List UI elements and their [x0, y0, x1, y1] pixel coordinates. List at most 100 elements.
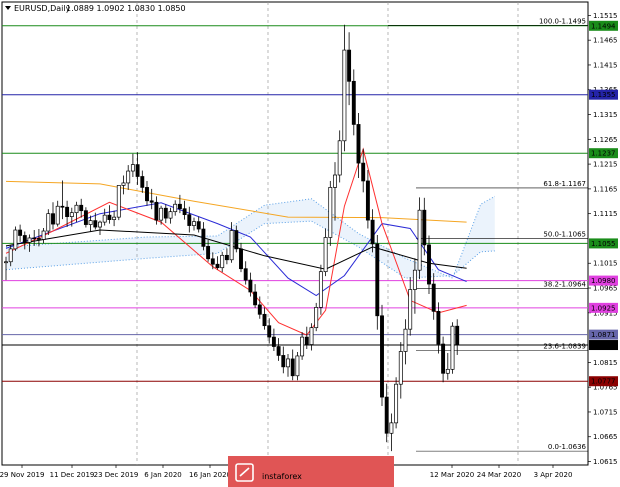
candle: [394, 377, 399, 429]
bear-candle-body: [267, 325, 272, 338]
bear-candle-body: [224, 254, 229, 261]
price-tag-label: 1.1237: [591, 150, 616, 158]
bear-candle-body: [351, 80, 356, 125]
y-tick-label: 1.0615: [593, 458, 618, 466]
y-tick-label: 1.1265: [593, 136, 618, 144]
bear-candle-body: [206, 246, 211, 260]
price-tags: 1.1494 1.1355 1.1237 1.1055 1.0980 1.0925 1.08…: [589, 20, 618, 387]
bear-candle-body: [257, 304, 262, 315]
bull-candle-body: [8, 248, 13, 263]
candle: [13, 226, 18, 251]
candle: [380, 304, 384, 407]
price-tag-label: 1.0925: [591, 304, 616, 312]
bear-candle-body: [210, 258, 215, 265]
bear-candle-body: [93, 220, 98, 228]
y-tick-label: 1.1115: [593, 210, 618, 218]
candle: [318, 264, 323, 315]
y-tick-label: 1.0715: [593, 408, 618, 416]
bull-candle-body: [337, 140, 342, 176]
bull-candle-body: [394, 383, 399, 424]
fib-label: 100.0-1.1495: [539, 17, 586, 25]
bull-candle-body: [309, 327, 314, 345]
bear-candle-body: [375, 243, 380, 317]
bear-candle-body: [455, 325, 460, 346]
bear-candle-body: [149, 200, 154, 203]
candle: [375, 234, 380, 330]
price-tag-label: 1.0871: [591, 331, 616, 339]
bear-candle-body: [18, 229, 23, 236]
bull-candle-body: [220, 254, 225, 269]
chart-header: EURUSD,Daily1.0889 1.0902 1.0830 1.0850: [5, 4, 186, 13]
bull-candle-body: [333, 174, 337, 188]
bear-candle-body: [276, 346, 281, 356]
bear-candle-body: [201, 228, 206, 247]
bear-candle-body: [365, 180, 370, 221]
bear-candle-body: [135, 164, 140, 177]
x-tick-label: 11 Dec 2019: [50, 471, 95, 479]
bull-candle-body: [412, 269, 417, 290]
bull-candle-body: [4, 261, 8, 264]
bull-candle-body: [408, 289, 413, 330]
bull-candle-body: [300, 336, 305, 357]
bear-candle-body: [380, 315, 384, 398]
fib-label: 38.2-1.0964: [543, 281, 586, 289]
ohlc-values: 1.0889 1.0902 1.0830 1.0850: [66, 4, 186, 13]
bear-candle-body: [154, 201, 159, 221]
y-tick-label: 1.0965: [593, 285, 618, 293]
bull-candle-body: [121, 182, 126, 186]
price-tag-label: 1.0980: [591, 277, 616, 285]
fib-label: 0.0-1.0636: [548, 443, 587, 451]
bear-candle-body: [253, 291, 258, 306]
bull-candle-body: [445, 368, 450, 374]
bear-candle-body: [182, 208, 187, 216]
bull-candle-body: [126, 170, 131, 184]
bull-candle-body: [88, 220, 93, 225]
price-tag-label: 1.1494: [591, 22, 616, 30]
bear-candle-body: [22, 235, 27, 243]
bear-candle-body: [441, 343, 446, 374]
bear-candle-body: [60, 205, 65, 208]
y-tick-label: 1.1015: [593, 260, 618, 268]
bull-candle-body: [55, 205, 60, 225]
bear-candle-body: [196, 221, 201, 230]
bear-candle-body: [347, 49, 352, 82]
bear-candle-body: [32, 237, 37, 240]
bull-candle-body: [323, 237, 328, 273]
bull-candle-body: [69, 212, 74, 217]
y-tick-label: 1.1315: [593, 111, 618, 119]
bear-candle-body: [51, 213, 55, 225]
bear-candle-body: [107, 214, 112, 220]
bear-candle-body: [187, 214, 192, 226]
bear-candle-body: [36, 238, 41, 240]
fib-label: 50.0-1.1065: [543, 230, 586, 238]
y-tick-label: 1.0665: [593, 433, 618, 441]
bull-candle-body: [173, 203, 178, 213]
bear-candle-body: [361, 162, 366, 182]
fib-label: 61.8-1.1167: [543, 180, 586, 188]
bull-candle-body: [398, 351, 403, 385]
bear-candle-body: [356, 124, 361, 164]
chart-title: EURUSD,Daily: [14, 4, 71, 13]
bull-candle-body: [403, 328, 408, 352]
bull-candle-body: [229, 230, 234, 261]
bear-candle-body: [163, 207, 168, 219]
bear-candle-body: [271, 336, 276, 347]
bear-candle-body: [436, 310, 441, 345]
bull-candle-body: [417, 209, 422, 271]
x-tick-label: 6 Jan 2020: [144, 471, 182, 479]
bear-candle-body: [140, 176, 145, 188]
y-tick-label: 1.1515: [593, 12, 618, 20]
bull-candle-body: [318, 271, 323, 308]
bull-candle-body: [74, 204, 79, 214]
bear-candle-body: [243, 268, 248, 281]
bull-candle-body: [328, 187, 333, 238]
x-tick-label: 16 Jan 2020: [189, 471, 231, 479]
price-tag-label: 1.0777: [591, 378, 616, 386]
bear-candle-body: [65, 206, 70, 217]
bull-candle-body: [112, 216, 117, 220]
x-tick-label: 23 Dec 2019: [94, 471, 139, 479]
bear-candle-body: [427, 244, 431, 285]
candle: [450, 322, 455, 374]
bear-candle-body: [431, 283, 436, 312]
x-tick-label: 29 Nov 2019: [0, 471, 44, 479]
